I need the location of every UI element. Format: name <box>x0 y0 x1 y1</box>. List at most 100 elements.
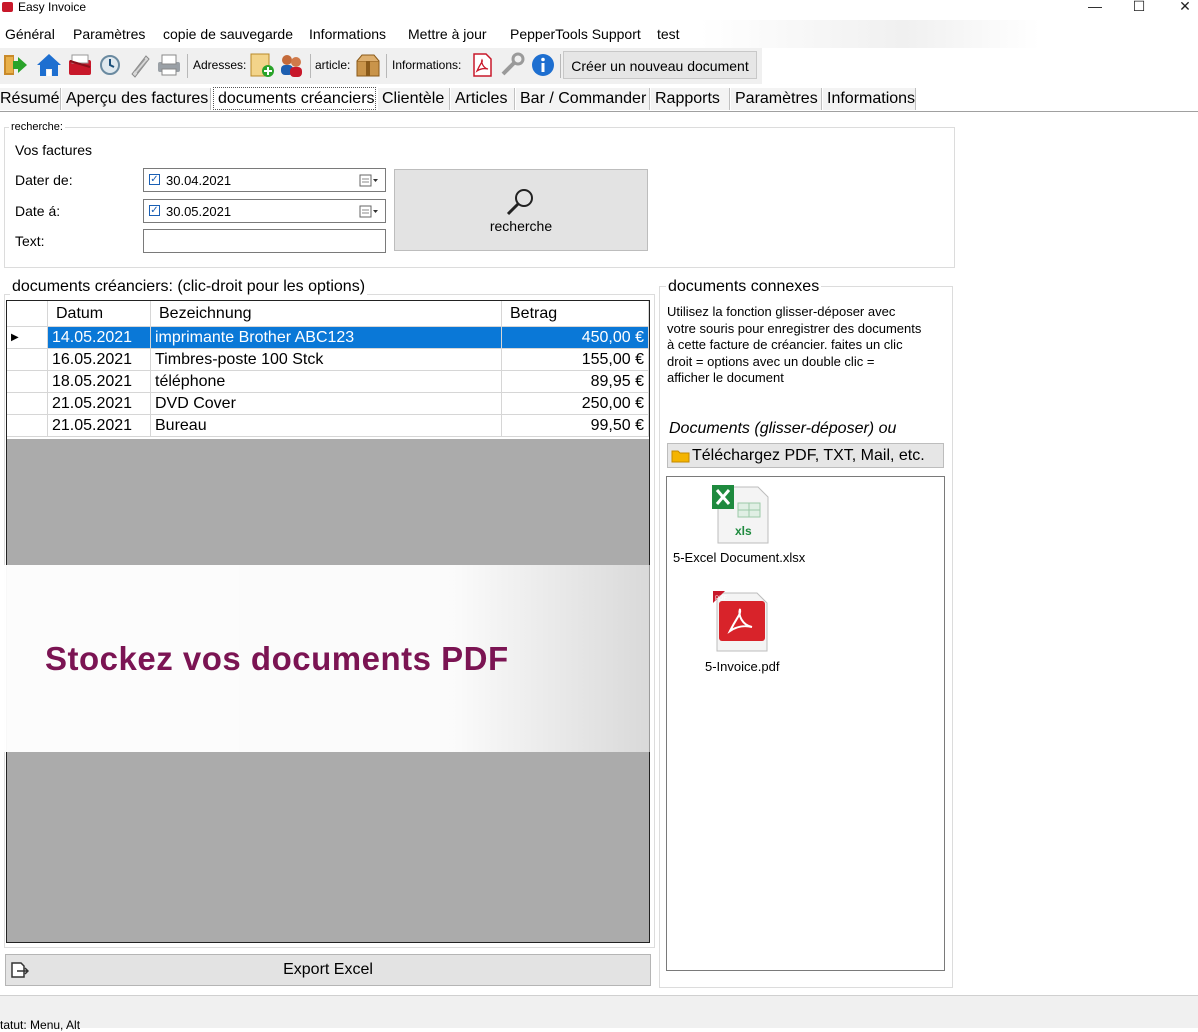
clock-settings-icon[interactable] <box>97 52 123 78</box>
maximize-button[interactable]: ☐ <box>1124 0 1154 15</box>
notes-icon[interactable] <box>126 52 152 78</box>
add-address-icon[interactable] <box>248 52 274 78</box>
tab-settings[interactable]: Paramètres <box>731 88 822 110</box>
contacts-icon[interactable] <box>278 52 304 78</box>
status-bar: tatut: Menu, Alt <box>0 995 1198 1032</box>
excel-badge-text: xls <box>735 524 752 538</box>
tab-invoice-overview[interactable]: Aperçu des factures <box>62 88 211 110</box>
search-button[interactable]: recherche <box>394 169 648 251</box>
file-name[interactable]: 5-Invoice.pdf <box>705 659 779 674</box>
row-header <box>7 415 48 437</box>
table-row[interactable]: 18.05.2021 téléphone 89,95 € <box>7 371 649 393</box>
row-label: Timbres-poste 100 Stck <box>151 349 502 371</box>
calendar-dropdown-icon[interactable] <box>359 174 379 187</box>
row-header <box>7 371 48 393</box>
printer-icon[interactable] <box>156 52 182 78</box>
file-name[interactable]: 5-Excel Document.xlsx <box>673 550 805 565</box>
toolbar-separator <box>560 54 561 78</box>
row-header <box>7 393 48 415</box>
menu-background-fade <box>700 20 1040 48</box>
tab-reports[interactable]: Rapports <box>651 88 730 110</box>
row-amount: 155,00 € <box>502 349 649 371</box>
tab-informations[interactable]: Informations <box>823 88 916 110</box>
table-row[interactable]: 21.05.2021 DVD Cover 250,00 € <box>7 393 649 415</box>
upload-files-button[interactable]: Téléchargez PDF, TXT, Mail, etc. <box>667 443 944 468</box>
row-amount: 450,00 € <box>502 327 649 349</box>
tab-clientele[interactable]: Clientèle <box>378 88 450 110</box>
search-group-legend: recherche: <box>9 121 65 133</box>
invoices-icon[interactable] <box>67 52 93 78</box>
tab-strip: Résumé Aperçu des factures documents cré… <box>0 87 1198 112</box>
tab-bar-order[interactable]: Bar / Commander <box>516 88 650 110</box>
menu-backup[interactable]: copie de sauvegarde <box>163 26 293 42</box>
row-label: imprimante Brother ABC123 <box>151 327 502 349</box>
menu-support[interactable]: PepperTools Support <box>510 26 641 42</box>
menu-test[interactable]: test <box>657 26 680 42</box>
column-header-datum[interactable]: Datum <box>48 301 151 327</box>
help-line: afficher le document <box>667 370 784 385</box>
date-to-checkbox[interactable]: ✓ <box>149 205 160 216</box>
date-from-value: 30.04.2021 <box>166 173 232 188</box>
menu-update[interactable]: Mettre à jour <box>408 26 487 42</box>
date-from-checkbox[interactable]: ✓ <box>149 174 160 185</box>
row-header <box>7 349 48 371</box>
grid-body: Datum Bezeichnung Betrag ▶ 14.05.2021 im… <box>7 301 649 439</box>
pdf-badge-text: PDF <box>715 596 727 602</box>
calendar-dropdown-icon[interactable] <box>359 205 379 218</box>
toolbar-separator <box>187 54 188 78</box>
search-heading: Vos factures <box>15 142 93 158</box>
pdf-icon[interactable] <box>469 52 495 78</box>
table-row[interactable]: ▶ 14.05.2021 imprimante Brother ABC123 4… <box>7 327 649 349</box>
row-date: 14.05.2021 <box>48 327 151 349</box>
informations-label: Informations: <box>392 58 462 72</box>
tab-resume[interactable]: Résumé <box>0 88 61 110</box>
text-filter-label: Text: <box>15 233 45 249</box>
row-amount: 89,95 € <box>502 371 649 393</box>
folder-icon <box>671 450 690 463</box>
tab-articles[interactable]: Articles <box>451 88 515 110</box>
date-to-value: 30.05.2021 <box>166 204 232 219</box>
row-label: téléphone <box>151 371 502 393</box>
table-row[interactable]: 21.05.2021 Bureau 99,50 € <box>7 415 649 437</box>
toolbar-separator <box>310 54 311 78</box>
app-logo-icon <box>2 2 13 12</box>
excel-file-icon[interactable]: xls <box>710 483 772 545</box>
article-box-icon[interactable] <box>355 52 381 78</box>
row-amount: 250,00 € <box>502 393 649 415</box>
text-filter-input[interactable] <box>143 229 386 253</box>
menu-general[interactable]: Général <box>5 26 55 42</box>
row-label: DVD Cover <box>151 393 502 415</box>
column-header-bezeichnung[interactable]: Bezeichnung <box>151 301 502 327</box>
pdf-file-icon[interactable]: PDF <box>711 589 771 655</box>
row-date: 16.05.2021 <box>48 349 151 371</box>
row-date: 18.05.2021 <box>48 371 151 393</box>
date-from-picker[interactable]: ✓ 30.04.2021 <box>143 168 386 192</box>
minimize-button[interactable]: — <box>1080 0 1110 14</box>
tools-icon[interactable] <box>499 52 525 78</box>
date-to-picker[interactable]: ✓ 30.05.2021 <box>143 199 386 223</box>
row-date: 21.05.2021 <box>48 393 151 415</box>
creditor-documents-legend: documents créanciers: (clic-droit pour l… <box>10 278 368 296</box>
exit-icon[interactable] <box>1 52 27 78</box>
table-row[interactable]: 16.05.2021 Timbres-poste 100 Stck 155,00… <box>7 349 649 371</box>
search-button-label: recherche <box>489 218 553 234</box>
new-document-button[interactable]: Créer un nouveau document <box>563 51 757 79</box>
home-icon[interactable] <box>36 52 62 78</box>
attached-files-list[interactable]: xls 5-Excel Document.xlsx PDF 5-Invoice.… <box>666 476 945 971</box>
article-label: article: <box>315 58 351 72</box>
toolbar-separator <box>386 54 387 78</box>
column-header-betrag[interactable]: Betrag <box>502 301 649 327</box>
status-text: tatut: Menu, Alt <box>0 1018 81 1032</box>
close-button[interactable]: ✕ <box>1170 0 1198 15</box>
menu-informations[interactable]: Informations <box>309 26 386 42</box>
tab-creditor-documents[interactable]: documents créanciers <box>213 87 376 110</box>
grid-corner-header <box>7 301 48 327</box>
export-excel-button[interactable]: Export Excel <box>5 954 651 986</box>
row-selector-arrow-icon: ▶ <box>7 327 48 349</box>
adresses-label: Adresses: <box>193 58 247 72</box>
promo-banner-text: Stockez vos documents PDF <box>45 640 509 677</box>
info-icon[interactable] <box>530 52 556 78</box>
window-title: Easy Invoice <box>18 0 87 14</box>
menu-parametres[interactable]: Paramètres <box>73 26 145 42</box>
title-bar: Easy Invoice — ☐ ✕ <box>0 0 1198 18</box>
